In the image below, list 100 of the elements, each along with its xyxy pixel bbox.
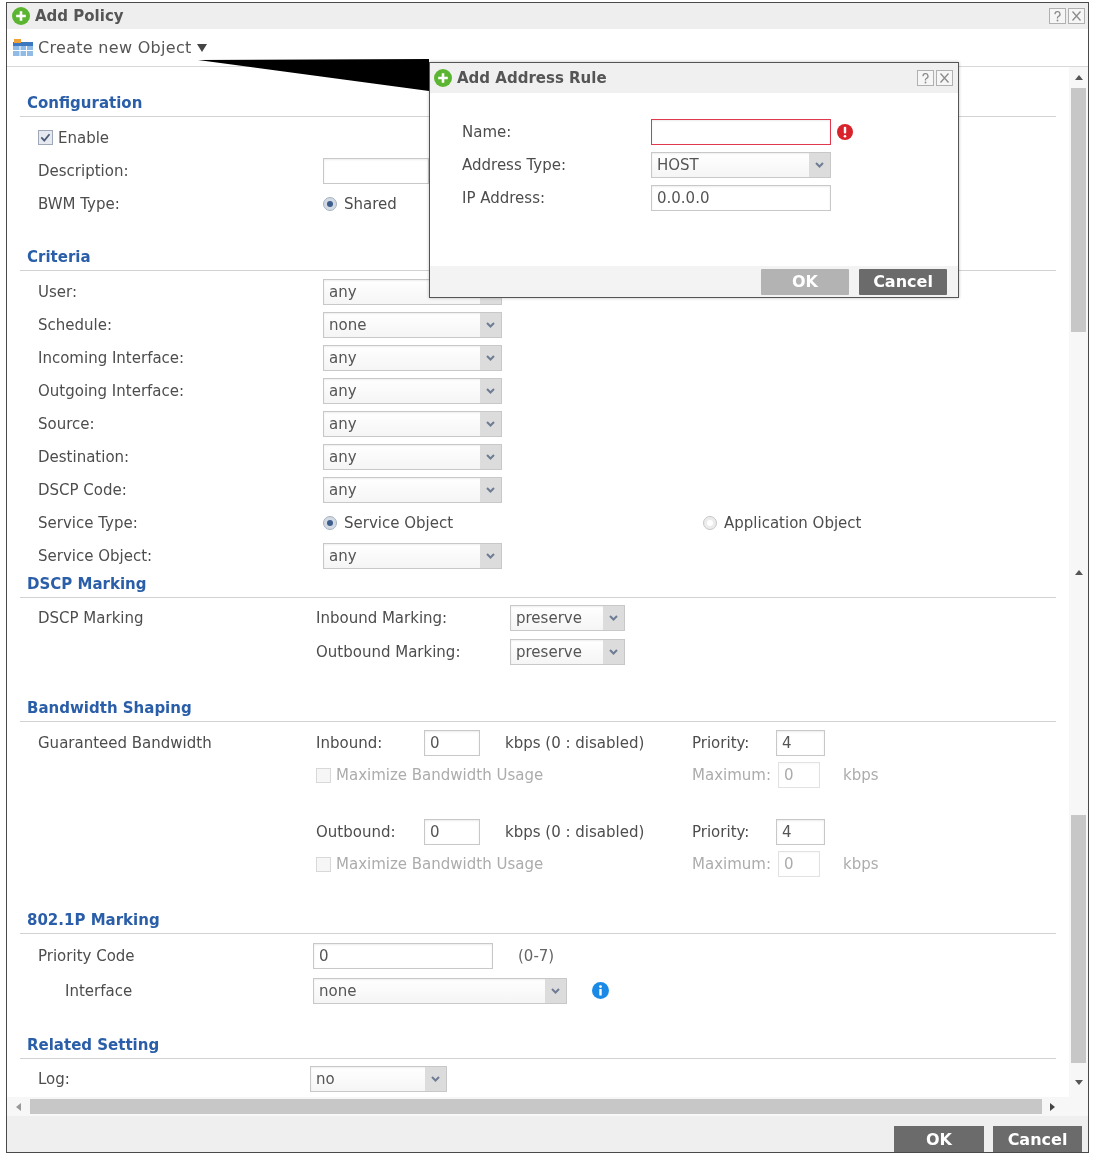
horizontal-scrollbar[interactable] <box>7 1097 1088 1116</box>
chevron-down-icon <box>809 152 830 177</box>
dropdown[interactable]: HOST <box>651 151 831 178</box>
field-label: Outbound: <box>316 823 397 841</box>
scrollbar-thumb[interactable] <box>30 1099 1042 1114</box>
scroll-up-icon[interactable] <box>1074 75 1083 80</box>
section-heading: Related Setting <box>27 1036 160 1054</box>
text-field[interactable]: 0 <box>424 819 480 845</box>
caret-down-icon <box>196 43 207 52</box>
dropdown[interactable]: any <box>323 542 502 569</box>
chevron-down-icon <box>480 444 501 469</box>
unit-label: kbps (0 : disabled) <box>505 823 646 841</box>
field-label: Name: <box>462 122 512 141</box>
dialog-title: Add Address Rule <box>457 69 607 87</box>
field-label: DSCP Code: <box>38 480 127 499</box>
field-label: Maximum: <box>692 766 772 784</box>
chevron-down-icon <box>480 312 501 337</box>
radio-button[interactable] <box>323 196 337 211</box>
checkbox-label: Maximize Bandwidth Usage <box>336 855 544 873</box>
help-icon[interactable] <box>917 70 934 86</box>
text-field[interactable]: 4 <box>776 819 825 845</box>
section-heading: DSCP Marking <box>27 575 147 593</box>
unit-label: kbps (0 : disabled) <box>505 734 646 752</box>
radio-label: Application Object <box>724 513 862 532</box>
radio-button[interactable] <box>323 515 337 530</box>
field-label: Address Type: <box>462 155 566 174</box>
chevron-down-icon <box>603 640 624 664</box>
field-label: Service Object: <box>38 546 153 565</box>
dropdown[interactable]: preserve <box>510 639 625 665</box>
field-label: Inbound Marking: <box>316 609 448 627</box>
scrollbar-thumb[interactable] <box>1071 815 1086 1063</box>
field-label: Maximum: <box>692 855 772 873</box>
field-label: Schedule: <box>38 315 112 334</box>
text-field[interactable]: 0 <box>424 730 480 756</box>
field-label: Outgoing Interface: <box>38 381 185 400</box>
scroll-up-icon[interactable] <box>1074 570 1083 575</box>
unit-label: kbps <box>843 855 879 873</box>
cancel-button[interactable]: Cancel <box>993 1126 1082 1152</box>
range-hint: (0-7) <box>518 946 555 965</box>
dropdown[interactable]: preserve <box>510 605 625 631</box>
section-heading: Configuration <box>27 94 143 112</box>
exclamation-icon <box>837 123 853 140</box>
field-label: Inbound: <box>316 734 384 752</box>
dropdown[interactable]: any <box>323 377 502 404</box>
cancel-button[interactable]: Cancel <box>859 268 947 295</box>
chevron-down-icon <box>603 606 624 630</box>
scroll-right-icon[interactable] <box>1050 1102 1055 1111</box>
help-icon[interactable] <box>1049 8 1066 24</box>
dropdown[interactable]: none <box>313 977 567 1004</box>
checkbox[interactable] <box>38 130 53 145</box>
scroll-down-icon[interactable] <box>1074 1080 1083 1085</box>
field-label: DSCP Marking <box>38 609 144 627</box>
ok-button[interactable]: OK <box>894 1126 984 1152</box>
section-heading: Criteria <box>27 248 91 266</box>
radio-button[interactable] <box>703 515 717 530</box>
field-label: Outbound Marking: <box>316 643 461 661</box>
field-label: Priority: <box>692 734 751 752</box>
add-icon <box>12 7 30 25</box>
window-title: Add Policy <box>35 7 124 25</box>
info-icon[interactable] <box>592 982 609 999</box>
dropdown[interactable]: none <box>323 311 502 338</box>
field-label: IP Address: <box>462 188 546 207</box>
unit-label: kbps <box>843 766 879 784</box>
chevron-down-icon <box>425 1067 446 1091</box>
dropdown[interactable]: any <box>323 476 502 503</box>
text-field[interactable]: 0.0.0.0 <box>651 184 831 211</box>
scrollbar-thumb[interactable] <box>1071 88 1086 332</box>
text-field[interactable] <box>651 118 831 145</box>
chevron-down-icon <box>480 543 501 568</box>
vertical-scrollbar[interactable] <box>1069 67 1088 1097</box>
close-icon[interactable] <box>936 70 953 86</box>
scroll-left-icon[interactable] <box>16 1102 21 1111</box>
section-heading: Bandwidth Shaping <box>27 699 192 717</box>
add-icon <box>434 69 452 87</box>
field-label: User: <box>38 282 77 301</box>
field-label: Priority Code <box>38 946 135 965</box>
dropdown[interactable]: any <box>323 410 502 437</box>
field-label: Service Type: <box>38 513 138 532</box>
chevron-down-icon <box>480 477 501 502</box>
radio-label: Shared <box>344 194 397 213</box>
field-label: Priority: <box>692 823 751 841</box>
dropdown[interactable]: any <box>323 344 502 371</box>
dropdown[interactable]: any <box>323 443 502 470</box>
chevron-down-icon <box>480 378 501 403</box>
create-object-menu[interactable]: Create new Object <box>13 38 207 57</box>
checkbox-label: Enable <box>58 128 110 147</box>
chevron-down-icon <box>545 978 566 1003</box>
text-field[interactable] <box>323 157 429 184</box>
text-field[interactable]: 0 <box>313 942 493 969</box>
chevron-down-icon <box>480 345 501 370</box>
radio-label: Service Object <box>344 513 454 532</box>
field-label: Interface <box>65 981 133 1000</box>
field-label: Description: <box>38 161 129 180</box>
text-field[interactable]: 4 <box>776 730 825 756</box>
section-heading: 802.1P Marking <box>27 911 160 929</box>
table-icon <box>13 39 33 56</box>
dropdown[interactable]: no <box>310 1066 447 1092</box>
field-label: BWM Type: <box>38 194 120 213</box>
field-label: Source: <box>38 414 95 433</box>
close-icon[interactable] <box>1068 8 1085 24</box>
